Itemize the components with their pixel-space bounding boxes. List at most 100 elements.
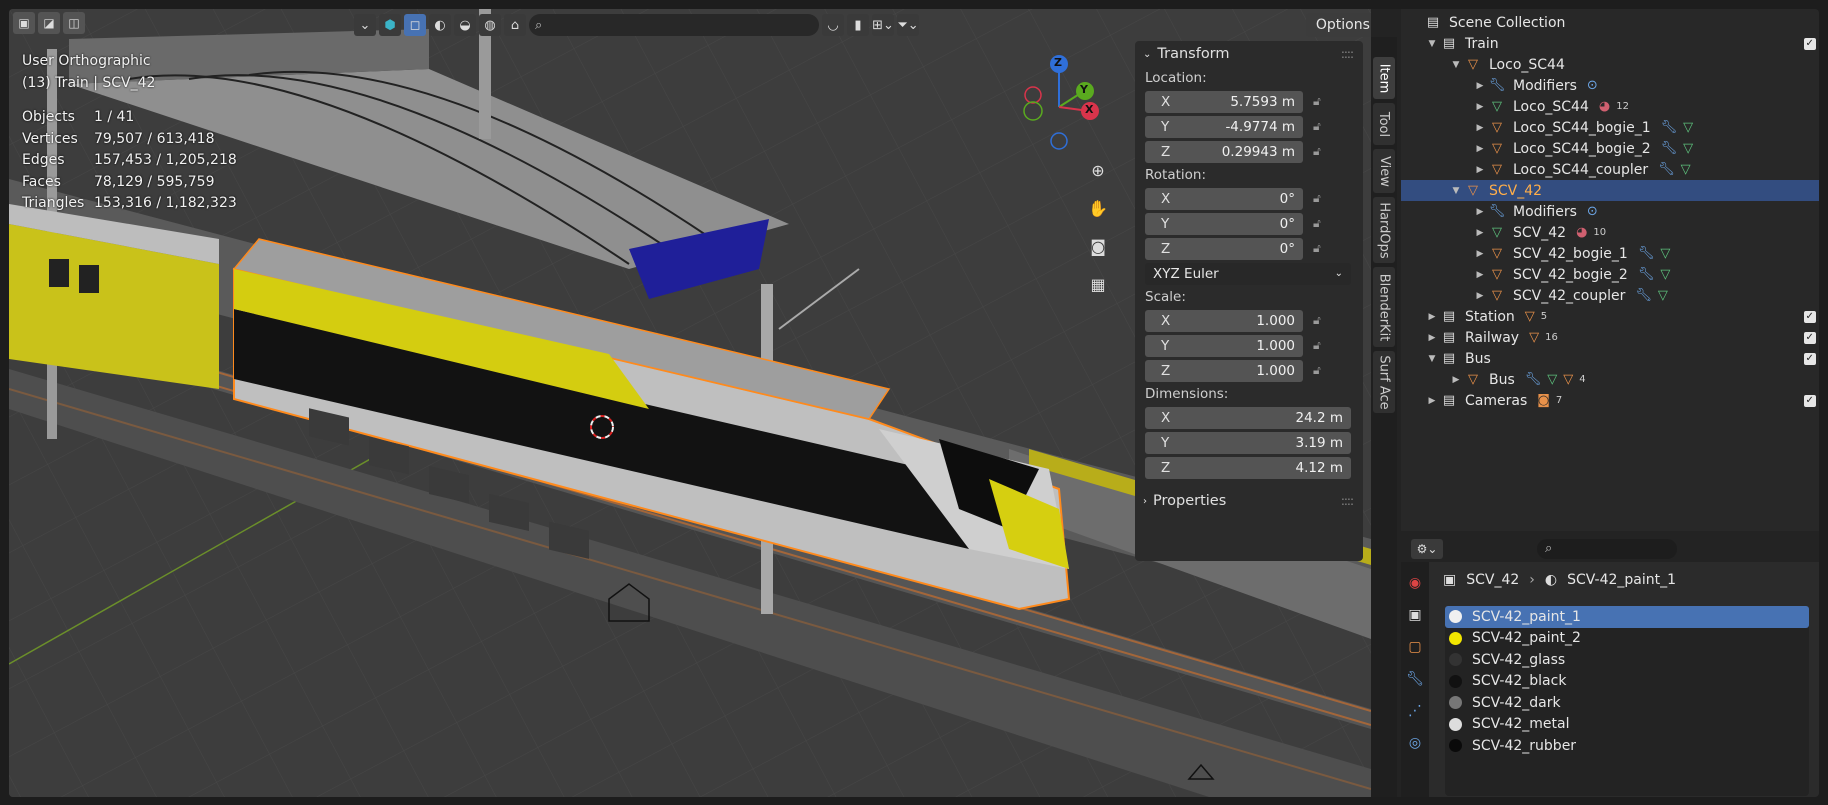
select-extend-icon[interactable]: ◪ (38, 12, 60, 34)
outliner-item-bogie-1[interactable]: ▶▽Loco_SC44_bogie_1 🔧︎▽ ◉ (1401, 117, 1819, 138)
lock-icon[interactable]: 🔓︎ (1313, 94, 1321, 109)
outliner-item-scv-42[interactable]: ▼▽SCV_42 ◉ (1401, 180, 1819, 201)
disclosure-open-icon[interactable]: ▼ (1449, 186, 1463, 196)
tab-blenderkit[interactable]: BlenderKit (1373, 267, 1395, 347)
zoom-icon[interactable]: ⊕ (1083, 155, 1113, 185)
3d-viewport[interactable]: ▣ ◪ ◫ ⌄ ⬢ ◻ ◐ ◒ ◍ ⌂ ⌕ ◡ ▮ ⊞⌄ ⏷⌄ Options … (9, 9, 1371, 797)
dimensions-z-field[interactable]: Z 4.12 m (1145, 456, 1351, 479)
outliner-item-mesh[interactable]: ▶ ▽ Loco_SC44 ◕ 12 (1401, 96, 1819, 117)
wrench-icon[interactable]: 🔧︎ (1404, 668, 1426, 690)
disclosure-open-icon[interactable]: ▼ (1425, 39, 1439, 49)
scale-z-field[interactable]: Z 1.000 (1145, 359, 1303, 382)
editor-type-icon[interactable]: ⚙⌄ (1411, 539, 1443, 559)
rendered-shading-icon[interactable]: ◍ (479, 14, 501, 36)
lock-icon[interactable]: 🔓︎ (1313, 119, 1321, 134)
outliner-item-cameras[interactable]: ▶▤Cameras ◙7 ✓◉ (1401, 390, 1819, 411)
checkbox-icon[interactable]: ✓ (1803, 352, 1816, 365)
rotation-y-field[interactable]: Y 0° (1145, 212, 1303, 235)
outliner-item-bus[interactable]: ▶▽Bus 🔧︎▽▽4 ◉ (1401, 369, 1819, 390)
list-item[interactable]: SCV-42_metal (1445, 714, 1809, 736)
select-new-icon[interactable]: ▣ (13, 12, 35, 34)
disclosure-open-icon[interactable]: ▼ (1449, 60, 1463, 70)
lock-icon[interactable]: 🔓︎ (1313, 363, 1321, 378)
outliner-item-mesh[interactable]: ▶ ▽ SCV_42 ◕ 10 (1401, 222, 1819, 243)
scale-y-field[interactable]: Y 1.000 (1145, 334, 1303, 357)
chevron-down-icon[interactable]: ⌄ (354, 14, 376, 36)
disclosure-closed-icon[interactable]: ▶ (1473, 165, 1487, 175)
location-x-field[interactable]: X 5.7593 m (1145, 90, 1303, 113)
tab-surf-ace[interactable]: Surf Ace (1373, 351, 1395, 413)
tab-view[interactable]: View (1373, 149, 1395, 193)
outliner-root[interactable]: ▤ Scene Collection (1401, 12, 1819, 33)
world-icon[interactable]: ◉ (1404, 572, 1426, 594)
disclosure-closed-icon[interactable]: ▶ (1473, 102, 1487, 112)
disclosure-closed-icon[interactable]: ▶ (1473, 123, 1487, 133)
lock-icon[interactable]: 🔓︎ (1313, 313, 1321, 328)
options-dropdown[interactable]: Options ⌄ (1306, 13, 1371, 37)
properties-search-input[interactable]: ⌕ (1537, 539, 1677, 559)
rotation-mode-dropdown[interactable]: XYZ Euler ⌄ (1145, 262, 1351, 285)
particles-icon[interactable]: ⋰ (1404, 700, 1426, 722)
disclosure-open-icon[interactable]: ▼ (1425, 354, 1439, 364)
list-item[interactable]: SCV-42_dark (1445, 692, 1809, 714)
pan-hand-icon[interactable]: ✋ (1083, 193, 1113, 223)
checkbox-icon[interactable]: ✓ (1803, 310, 1816, 323)
properties-header[interactable]: › Properties :::: (1135, 488, 1363, 514)
physics-icon[interactable]: ◎ (1404, 732, 1426, 754)
breadcrumb-material[interactable]: SCV-42_paint_1 (1567, 572, 1676, 588)
drag-handle-icon[interactable]: :::: (1341, 47, 1354, 61)
tab-item[interactable]: Item (1373, 57, 1395, 99)
list-item[interactable]: SCV-42_glass (1445, 649, 1809, 671)
ortho-grid-icon[interactable]: ▦ (1083, 269, 1113, 299)
disclosure-closed-icon[interactable]: ▶ (1473, 228, 1487, 238)
gizmo-x-axis[interactable]: X (1085, 103, 1093, 116)
lock-icon[interactable]: 🔓︎ (1313, 338, 1321, 353)
camera-view-icon[interactable]: ◙ (1083, 231, 1113, 261)
outliner-item-bogie-2[interactable]: ▶▽SCV_42_bogie_2 🔧︎▽ ◉ (1401, 264, 1819, 285)
disclosure-closed-icon[interactable]: ▶ (1425, 333, 1439, 343)
lock-icon[interactable]: 🔓︎ (1313, 191, 1321, 206)
list-item[interactable]: SCV-42_paint_2 (1445, 628, 1809, 650)
outliner-item-bogie-1[interactable]: ▶▽SCV_42_bogie_1 🔧︎▽ ◉ (1401, 243, 1819, 264)
brush-icon[interactable]: ⌂ (504, 14, 526, 36)
outliner-item-loco-sc44[interactable]: ▼▽Loco_SC44 ◉ (1401, 54, 1819, 75)
disclosure-closed-icon[interactable]: ▶ (1473, 81, 1487, 91)
gizmo-z-axis[interactable]: Z (1054, 56, 1062, 69)
lock-icon[interactable]: 🔓︎ (1313, 216, 1321, 231)
filter-icon[interactable]: ⏷⌄ (897, 14, 919, 36)
list-item[interactable]: SCV-42_black (1445, 671, 1809, 693)
tab-hardops[interactable]: HardOps (1373, 197, 1395, 263)
tab-tool[interactable]: Tool (1373, 103, 1395, 145)
viewport-search-input[interactable]: ⌕ (529, 14, 819, 36)
outliner-item-bogie-2[interactable]: ▶▽Loco_SC44_bogie_2 🔧︎▽ ◉ (1401, 138, 1819, 159)
view-layout-icon[interactable]: ⊞⌄ (872, 14, 894, 36)
outliner-item-coupler[interactable]: ▶▽SCV_42_coupler 🔧︎▽ ◉ (1401, 285, 1819, 306)
checkbox-icon[interactable]: ✓ (1803, 37, 1816, 50)
outliner-item-bus-collection[interactable]: ▼▤ Bus ✓◉ (1401, 348, 1819, 369)
dimensions-x-field[interactable]: X 24.2 m (1145, 406, 1351, 429)
rotation-z-field[interactable]: Z 0° (1145, 237, 1303, 260)
list-item[interactable]: SCV-42_rubber (1445, 735, 1809, 757)
checkbox-icon[interactable]: ✓ (1803, 331, 1816, 344)
breadcrumb-object[interactable]: SCV_42 (1466, 572, 1519, 588)
scale-x-field[interactable]: X 1.000 (1145, 309, 1303, 332)
disclosure-closed-icon[interactable]: ▶ (1425, 312, 1439, 322)
checkbox-icon[interactable]: ✓ (1803, 394, 1816, 407)
location-z-field[interactable]: Z 0.29943 m (1145, 140, 1303, 163)
solid-shading-button[interactable]: ◻ (404, 14, 426, 36)
lock-icon[interactable]: 🔓︎ (1313, 241, 1321, 256)
disclosure-closed-icon[interactable]: ▶ (1449, 375, 1463, 385)
object-tab-icon[interactable]: ▢ (1404, 636, 1426, 658)
material-preview-icon[interactable]: ◒ (454, 14, 476, 36)
bookmark-icon[interactable]: ▮ (847, 14, 869, 36)
disclosure-closed-icon[interactable]: ▶ (1425, 396, 1439, 406)
outliner-item-modifiers[interactable]: ▶ 🔧︎ Modifiers ⊙ (1401, 75, 1819, 96)
list-item[interactable]: SCV-42_paint_1 (1445, 606, 1809, 628)
gizmo-y-axis[interactable]: Y (1080, 83, 1088, 96)
disclosure-closed-icon[interactable]: ▶ (1473, 207, 1487, 217)
collection-tab-icon[interactable]: ▣ (1404, 604, 1426, 626)
drag-handle-icon[interactable]: :::: (1341, 494, 1354, 508)
transform-header[interactable]: ⌄ Transform :::: (1135, 41, 1363, 67)
object-type-visibility-icon[interactable]: ⬢ (379, 14, 401, 36)
outliner-item-coupler[interactable]: ▶▽Loco_SC44_coupler 🔧︎▽ ◉ (1401, 159, 1819, 180)
